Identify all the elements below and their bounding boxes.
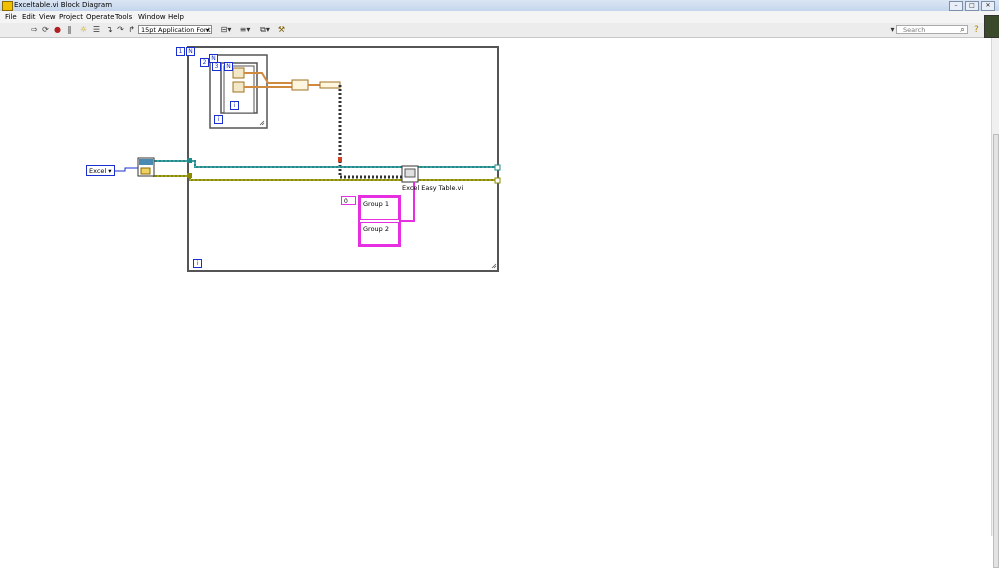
minimize-button[interactable]: – <box>949 1 963 11</box>
distribute-objects-icon[interactable]: ≡▾ <box>238 26 252 34</box>
scrollbar-thumb[interactable] <box>993 134 999 568</box>
menu-file[interactable]: File <box>5 13 17 21</box>
menu-tools[interactable]: Tools <box>115 13 132 21</box>
chevron-down-icon: ▾ <box>106 167 112 175</box>
align-objects-icon[interactable]: ⊟▾ <box>219 26 233 34</box>
maximize-button[interactable]: □ <box>965 1 979 11</box>
refnum-tunnel[interactable] <box>187 158 192 163</box>
diagram-wires <box>115 46 501 272</box>
report-type-ring-constant[interactable]: Excel ▾ <box>86 165 115 176</box>
enum-wire[interactable] <box>115 167 138 172</box>
menu-edit[interactable]: Edit <box>22 13 36 21</box>
font-selector[interactable]: 15pt Application Font ▾ <box>138 25 212 34</box>
report-refnum-wire[interactable] <box>153 160 497 168</box>
pause-icon[interactable]: ‖ <box>65 26 74 34</box>
reorder-icon[interactable]: ⧉▾ <box>258 26 272 34</box>
menu-view[interactable]: View <box>39 13 56 21</box>
refnum-output-tunnel[interactable] <box>494 164 501 171</box>
cluster-element-group-1[interactable]: Group 1 <box>360 197 399 220</box>
toolbar: ⇨ ⟳ ● ‖ ☼ ☰ ↴ ↷ ↱ 15pt Application Font … <box>0 23 999 38</box>
font-selector-value: 15pt Application Font <box>141 26 211 34</box>
run-arrow-icon[interactable]: ⇨ <box>30 26 39 34</box>
menu-operate[interactable]: Operate <box>86 13 114 21</box>
error-tunnel[interactable] <box>187 173 192 178</box>
step-into-icon[interactable]: ↴ <box>105 26 114 34</box>
excel-easy-table-glyph <box>404 168 416 178</box>
inner-iteration-terminal[interactable]: i <box>214 115 223 124</box>
outer-iteration-terminal[interactable]: i <box>193 259 202 268</box>
menu-window[interactable]: Window <box>138 13 166 21</box>
step-over-icon[interactable]: ↷ <box>116 26 125 34</box>
abort-icon[interactable]: ● <box>53 26 62 34</box>
outer-loop-count-terminal[interactable]: N <box>186 47 195 56</box>
index-constant[interactable]: 0 <box>341 196 356 205</box>
innermost-iteration-terminal[interactable]: i <box>230 101 239 110</box>
ring-value: Excel <box>89 167 107 175</box>
new-report-node-banner <box>139 159 153 165</box>
error-output-tunnel[interactable] <box>494 177 501 184</box>
menu-help[interactable]: Help <box>168 13 184 21</box>
window-title: Exceltable.vi Block Diagram <box>14 1 113 9</box>
build-array-node[interactable] <box>291 79 309 91</box>
retain-wire-values-icon[interactable]: ☰ <box>92 26 101 34</box>
menu-project[interactable]: Project <box>59 13 83 21</box>
window-controls: – □ ✕ <box>949 1 995 11</box>
2d-string-array-wire[interactable] <box>338 85 402 179</box>
error-cluster-wire[interactable] <box>153 175 497 181</box>
cluster-element-group-2[interactable]: Group 2 <box>360 222 399 245</box>
chevron-down-icon[interactable]: ▾ <box>888 26 897 34</box>
innermost-loop-count-constant[interactable]: 3 <box>212 62 221 71</box>
new-report-node-glyph <box>140 167 151 175</box>
vi-connector-icon <box>984 15 999 38</box>
array-node[interactable] <box>319 81 341 89</box>
excel-easy-table-label: Excel Easy Table.vi <box>402 184 464 192</box>
chevron-down-icon: ▾ <box>205 27 209 34</box>
vertical-scrollbar[interactable] <box>991 38 999 568</box>
search-icon[interactable]: ⌕ <box>958 26 967 34</box>
property-node-1[interactable] <box>232 67 245 79</box>
highlight-execution-icon[interactable]: ☼ <box>79 26 88 34</box>
outer-loop-count-constant[interactable]: 1 <box>176 47 185 56</box>
cleanup-diagram-icon[interactable]: ⚒ <box>277 26 286 34</box>
labview-vi-icon <box>2 1 13 11</box>
coercion-dot <box>338 157 342 162</box>
run-continuously-icon[interactable]: ⟳ <box>41 26 50 34</box>
step-out-icon[interactable]: ↱ <box>127 26 136 34</box>
inner-loop-count-constant[interactable]: 2 <box>200 58 209 67</box>
close-button[interactable]: ✕ <box>981 1 995 11</box>
block-diagram[interactable]: 1 N 2 N 3 N i i i Excel ▾ Excel Easy Tab… <box>0 38 990 536</box>
property-node-2[interactable] <box>232 81 245 93</box>
menu-bar: File Edit View Project Operate Tools Win… <box>0 11 999 23</box>
help-icon[interactable]: ? <box>974 25 979 35</box>
resize-handle[interactable] <box>491 263 497 269</box>
innermost-loop-count-terminal[interactable]: N <box>224 62 233 71</box>
